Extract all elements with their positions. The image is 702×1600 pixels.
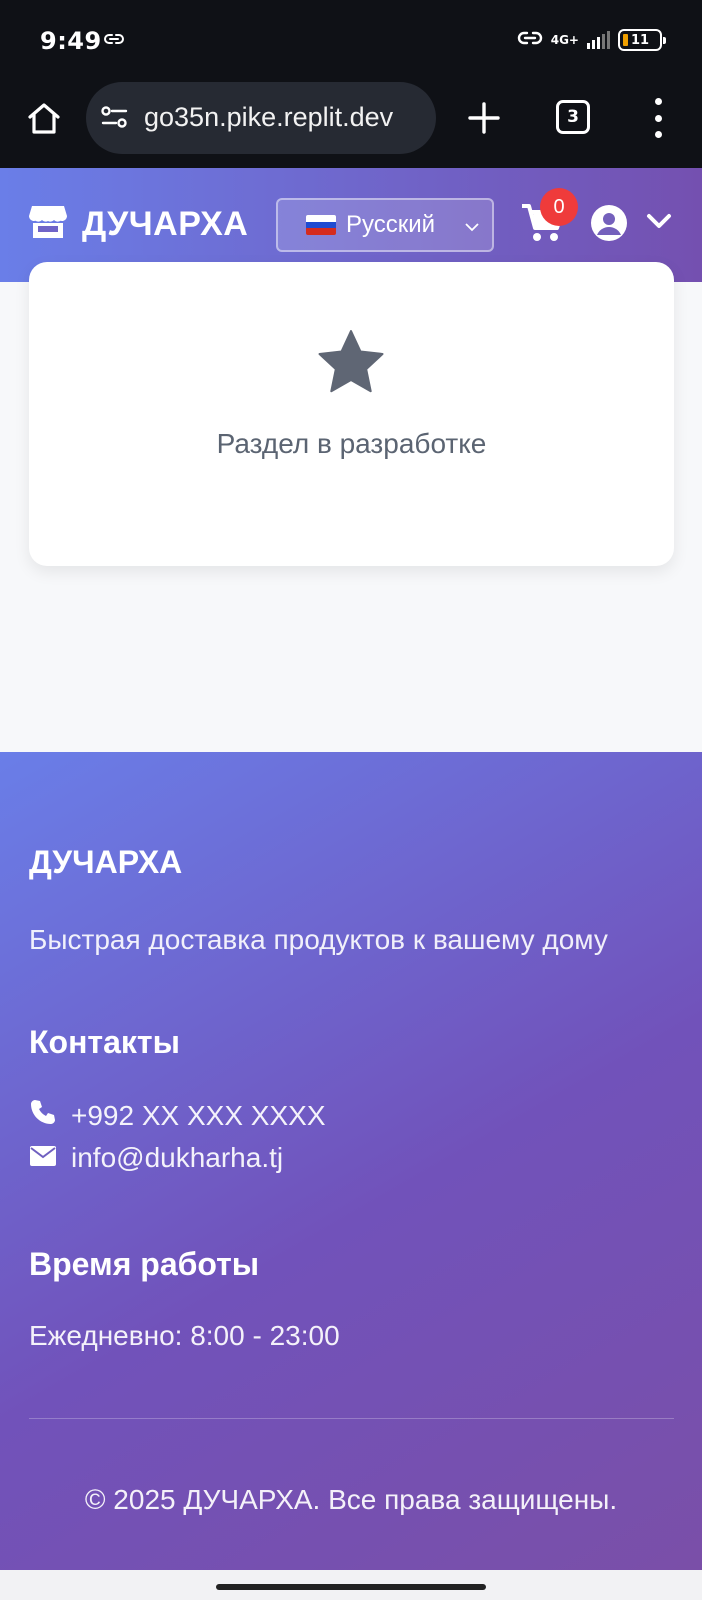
cart-count-badge: 0	[540, 188, 578, 226]
contact-phone[interactable]: +992 XX XXX XXXX	[29, 1098, 326, 1133]
home-gesture-handle[interactable]	[216, 1584, 486, 1590]
russia-flag-icon	[306, 215, 336, 235]
battery-icon: 11	[618, 29, 666, 51]
footer-tagline: Быстрая доставка продуктов к вашему дому	[29, 924, 608, 955]
store-icon	[28, 204, 68, 244]
phone-number: +992 XX XXX XXXX	[71, 1099, 326, 1131]
language-select[interactable]: Русский	[276, 198, 494, 252]
new-tab-icon[interactable]	[462, 96, 506, 140]
url-bar[interactable]: go35n.pike.replit.dev	[86, 82, 436, 154]
gesture-nav-bar	[0, 1570, 702, 1600]
contacts-heading: Контакты	[29, 1024, 180, 1060]
tab-count: 3	[567, 107, 579, 127]
tab-switcher-button[interactable]: 3	[556, 100, 590, 134]
status-icons: 4G+ 11	[517, 28, 666, 52]
user-circle-icon[interactable]	[590, 204, 628, 242]
hours-heading: Время работы	[29, 1246, 260, 1282]
status-time: 9:49	[40, 27, 102, 55]
brand-name: ДУЧАРХА	[82, 204, 249, 243]
hotspot-link-icon	[517, 28, 543, 52]
chevron-down-icon	[464, 218, 480, 237]
envelope-icon	[29, 1142, 57, 1174]
copyright: © 2025 ДУЧАРХА. Все права защищены.	[84, 1484, 618, 1515]
brand-logo[interactable]: ДУЧАРХА	[28, 204, 248, 244]
more-menu-icon[interactable]	[648, 98, 668, 138]
star-icon	[316, 328, 386, 398]
language-selected: Русский	[346, 211, 436, 238]
status-message: Раздел в разработке	[216, 428, 487, 459]
email-address: info@dukharha.tj	[71, 1142, 284, 1173]
link-icon	[104, 31, 124, 50]
home-icon[interactable]	[22, 96, 66, 140]
footer-brand: ДУЧАРХА	[29, 844, 183, 880]
contact-email[interactable]: info@dukharha.tj	[29, 1142, 283, 1174]
footer-divider	[29, 1418, 674, 1419]
status-bar: 9:49 4G+ 11	[0, 0, 702, 82]
site-settings-icon[interactable]	[100, 104, 130, 134]
system-top: 9:49 4G+ 11 go35n.pike.replit.dev 3	[0, 0, 702, 168]
url-text: go35n.pike.replit.dev	[144, 102, 394, 132]
phone-icon	[29, 1098, 57, 1133]
signal-icon	[587, 31, 610, 49]
working-hours: Ежедневно: 8:00 - 23:00	[29, 1320, 340, 1351]
under-construction-card: Раздел в разработке	[29, 262, 674, 566]
browser-toolbar: go35n.pike.replit.dev 3	[0, 82, 702, 168]
network-type: 4G+	[550, 32, 579, 47]
footer: ДУЧАРХА Быстрая доставка продуктов к ваш…	[0, 752, 702, 1570]
chevron-down-icon[interactable]	[646, 212, 672, 234]
battery-level: 11	[630, 32, 650, 48]
